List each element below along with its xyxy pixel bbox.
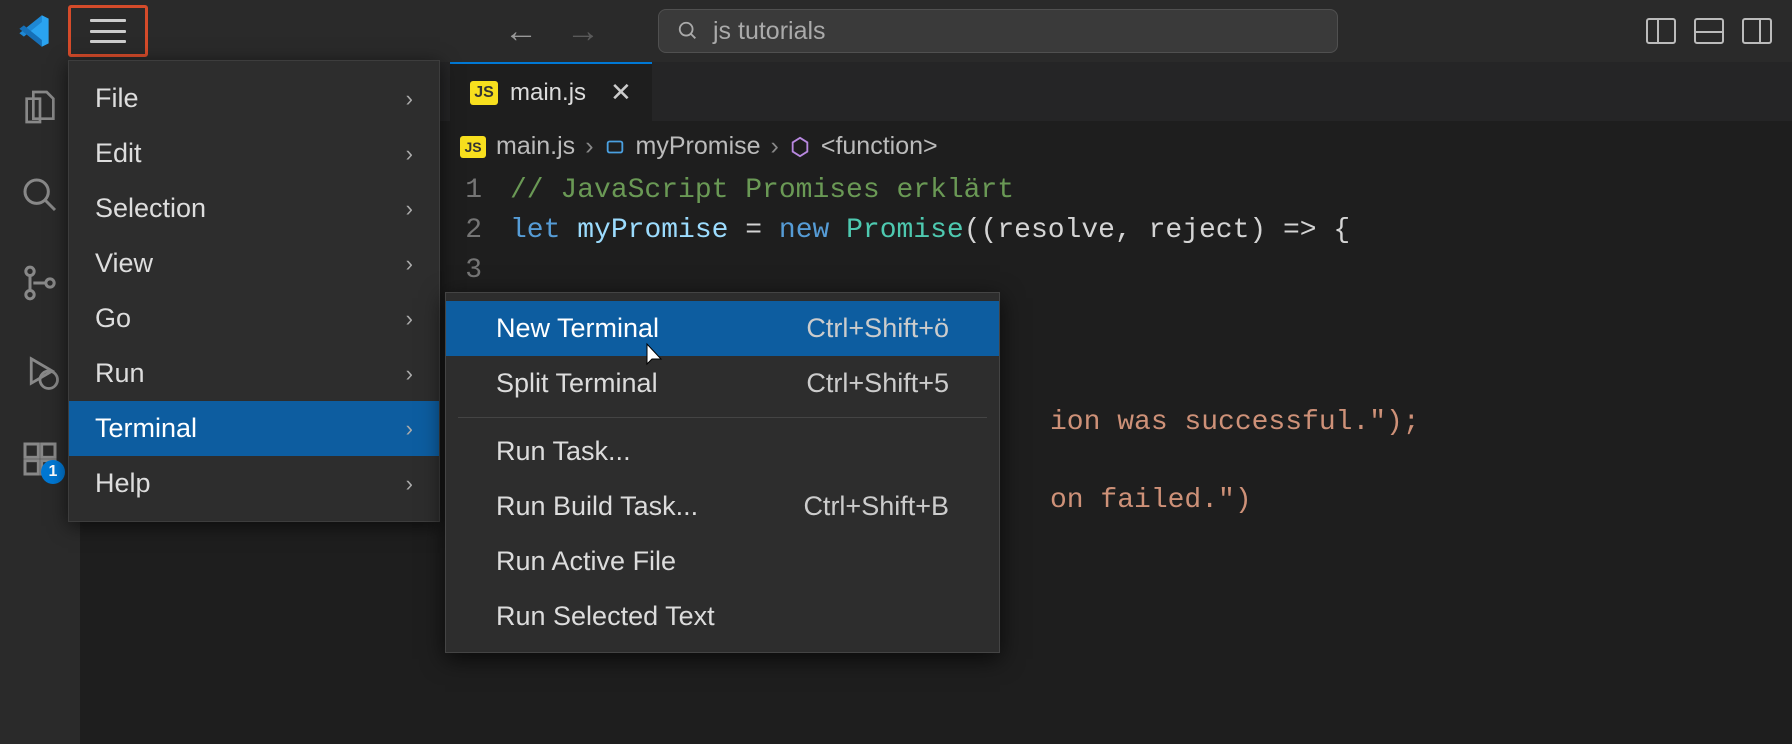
vscode-logo-icon — [16, 13, 52, 49]
layout-controls — [1646, 18, 1772, 44]
code-content: let myPromise = new Promise((resolve, re… — [510, 211, 1350, 251]
js-file-icon: JS — [470, 81, 498, 105]
submenu-label: New Terminal — [496, 313, 659, 344]
chevron-right-icon: › — [585, 132, 593, 161]
submenu-label: Run Task... — [496, 436, 631, 467]
menu-separator — [458, 417, 987, 418]
chevron-right-icon: › — [406, 471, 413, 497]
menu-item-go[interactable]: Go › — [69, 291, 439, 346]
breadcrumb-symbol[interactable]: myPromise — [636, 132, 761, 161]
main-menu-dropdown: File › Edit › Selection › View › Go › Run › Te… — [68, 60, 440, 522]
submenu-run-task[interactable]: Run Task... — [446, 424, 999, 479]
nav-back-button[interactable]: ← — [504, 12, 538, 51]
menu-label: Terminal — [95, 413, 197, 444]
title-bar: ← → js tutorials — [0, 0, 1792, 62]
explorer-icon[interactable] — [19, 86, 61, 128]
hamburger-menu-button[interactable] — [68, 5, 148, 57]
run-debug-icon[interactable] — [19, 350, 61, 392]
submenu-shortcut: Ctrl+Shift+B — [803, 491, 949, 522]
toggle-secondary-sidebar-icon[interactable] — [1742, 18, 1772, 44]
submenu-split-terminal[interactable]: Split Terminal Ctrl+Shift+5 — [446, 356, 999, 411]
menu-item-run[interactable]: Run › — [69, 346, 439, 401]
search-text: js tutorials — [713, 17, 826, 46]
menu-item-view[interactable]: View › — [69, 236, 439, 291]
extensions-badge: 1 — [41, 460, 65, 484]
submenu-label: Run Selected Text — [496, 601, 715, 632]
menu-item-terminal[interactable]: Terminal › — [69, 401, 439, 456]
submenu-run-selected-text[interactable]: Run Selected Text — [446, 589, 999, 644]
line-number: 1 — [460, 171, 510, 211]
menu-label: Edit — [95, 138, 142, 169]
editor-tab-main-js[interactable]: JS main.js ✕ — [450, 62, 652, 121]
nav-arrows: ← → — [504, 12, 600, 51]
tab-close-icon[interactable]: ✕ — [610, 77, 632, 108]
toggle-primary-sidebar-icon[interactable] — [1646, 18, 1676, 44]
chevron-right-icon: › — [406, 196, 413, 222]
submenu-label: Run Build Task... — [496, 491, 698, 522]
source-control-icon[interactable] — [19, 262, 61, 304]
menu-label: Help — [95, 468, 151, 499]
menu-label: Selection — [95, 193, 206, 224]
line-number: 2 — [460, 211, 510, 251]
code-line: 1 // JavaScript Promises erklärt — [460, 171, 1792, 211]
chevron-right-icon: › — [406, 361, 413, 387]
code-line: 3 — [460, 251, 1792, 291]
chevron-right-icon: › — [406, 306, 413, 332]
menu-label: Go — [95, 303, 131, 334]
line-number: 3 — [460, 251, 510, 291]
chevron-right-icon: › — [406, 416, 413, 442]
command-center-search[interactable]: js tutorials — [658, 9, 1338, 53]
breadcrumb-file[interactable]: main.js — [496, 132, 575, 161]
menu-label: File — [95, 83, 139, 114]
menu-item-selection[interactable]: Selection › — [69, 181, 439, 236]
submenu-run-active-file[interactable]: Run Active File — [446, 534, 999, 589]
submenu-new-terminal[interactable]: New Terminal Ctrl+Shift+ö — [446, 301, 999, 356]
submenu-shortcut: Ctrl+Shift+5 — [806, 368, 949, 399]
submenu-label: Run Active File — [496, 546, 676, 577]
hamburger-icon — [90, 19, 126, 43]
menu-item-file[interactable]: File › — [69, 71, 439, 126]
toggle-panel-icon[interactable] — [1694, 18, 1724, 44]
menu-label: View — [95, 248, 153, 279]
menu-item-help[interactable]: Help › — [69, 456, 439, 511]
menu-label: Run — [95, 358, 145, 389]
breadcrumb-inner[interactable]: <function> — [821, 132, 938, 161]
chevron-right-icon: › — [406, 141, 413, 167]
nav-forward-button[interactable]: → — [566, 12, 600, 51]
code-line: 2 let myPromise = new Promise((resolve, … — [460, 211, 1792, 251]
search-icon — [677, 20, 699, 42]
chevron-right-icon: › — [406, 86, 413, 112]
code-token: // JavaScript Promises erklärt — [510, 171, 1014, 211]
terminal-submenu: New Terminal Ctrl+Shift+ö Split Terminal… — [445, 292, 1000, 653]
submenu-shortcut: Ctrl+Shift+ö — [806, 313, 949, 344]
menu-item-edit[interactable]: Edit › — [69, 126, 439, 181]
search-activity-icon[interactable] — [19, 174, 61, 216]
js-file-icon: JS — [460, 136, 486, 158]
tab-filename: main.js — [510, 79, 586, 107]
variable-icon — [604, 136, 626, 158]
function-icon — [789, 136, 811, 158]
extensions-icon[interactable]: 1 — [19, 438, 61, 480]
submenu-run-build-task[interactable]: Run Build Task... Ctrl+Shift+B — [446, 479, 999, 534]
chevron-right-icon: › — [771, 132, 779, 161]
chevron-right-icon: › — [406, 251, 413, 277]
submenu-label: Split Terminal — [496, 368, 658, 399]
